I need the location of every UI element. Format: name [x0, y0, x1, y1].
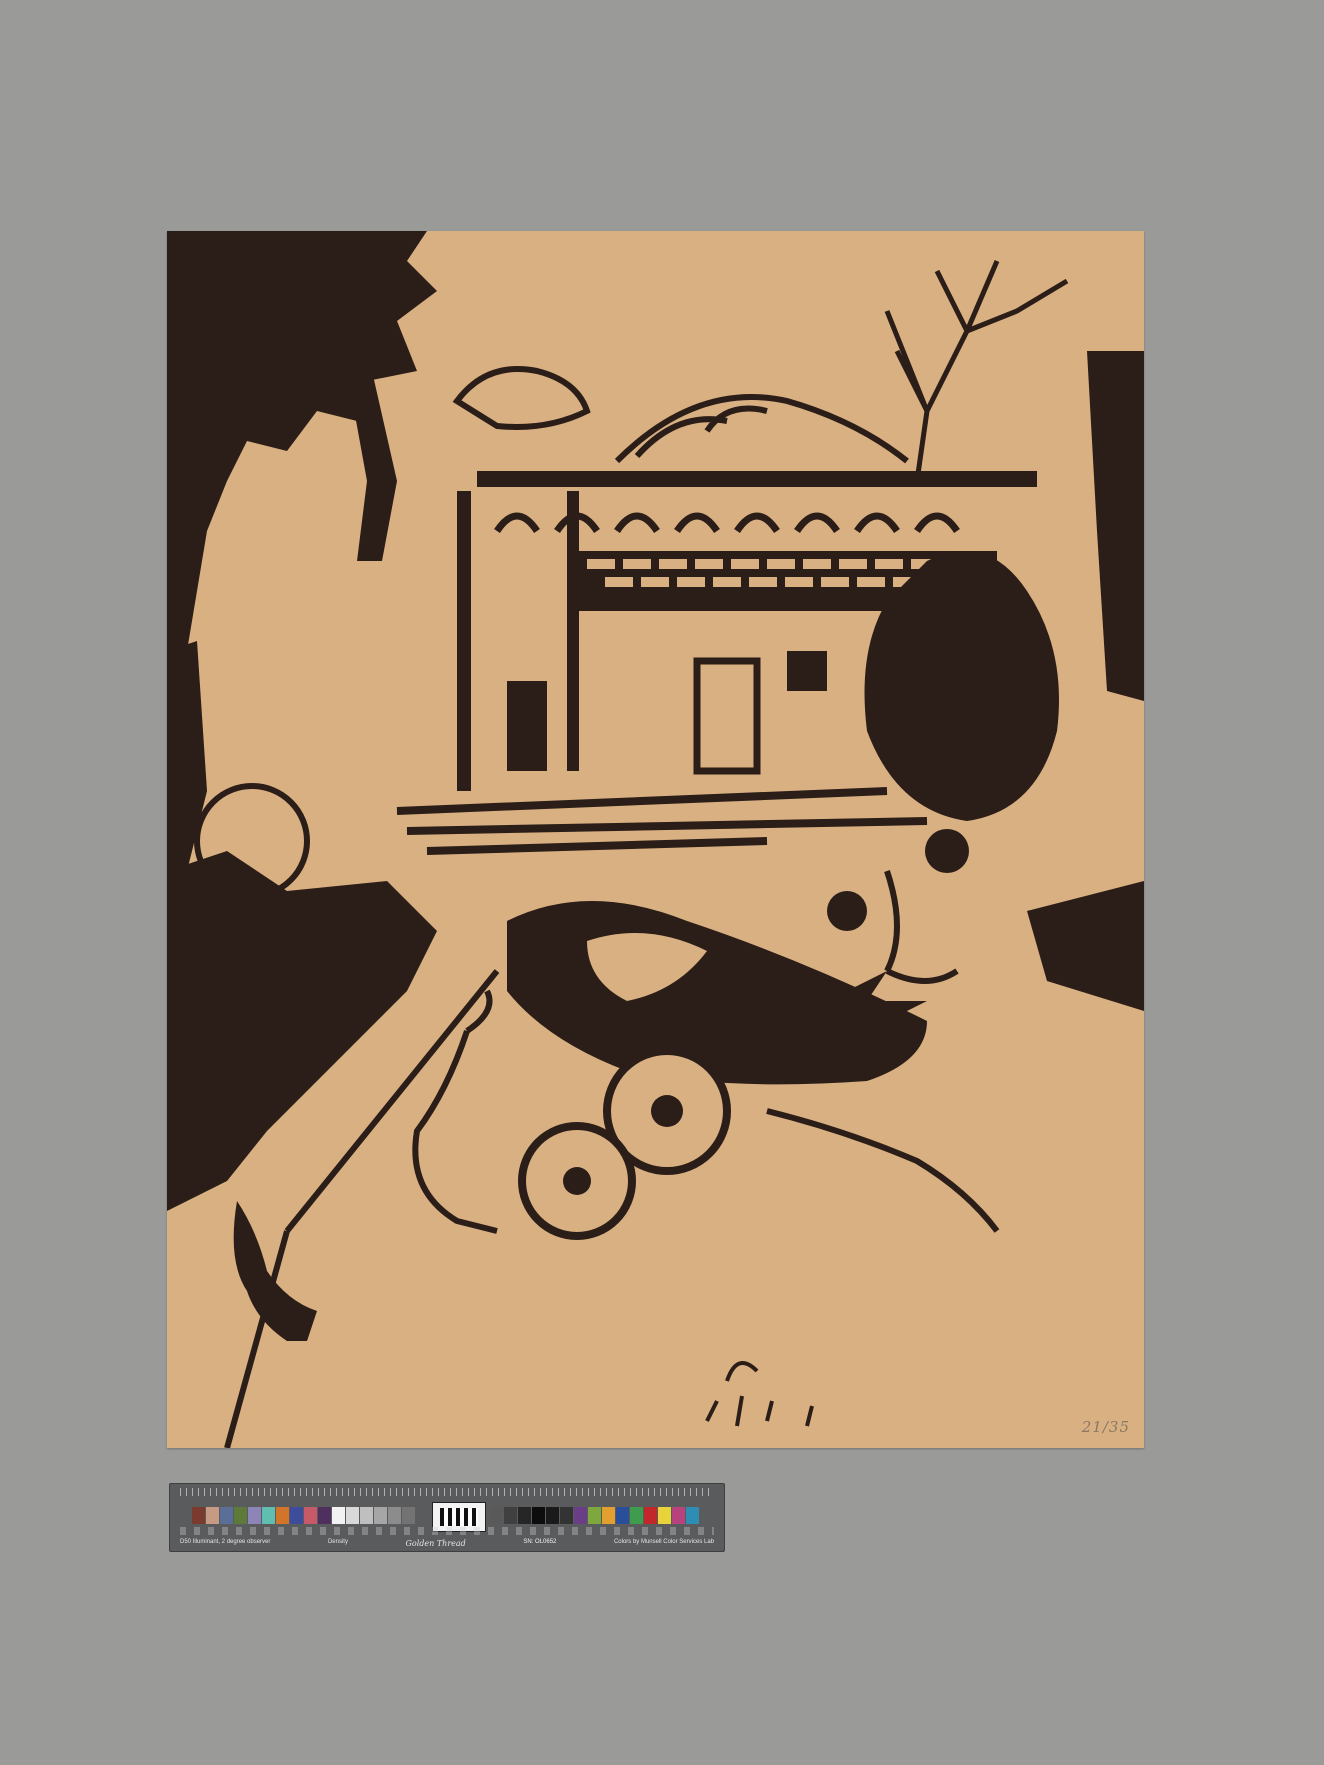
- color-patch: [332, 1507, 345, 1524]
- color-patch: [388, 1507, 401, 1524]
- color-patch: [234, 1507, 247, 1524]
- pillar-1: [457, 491, 471, 791]
- color-patch: [248, 1507, 261, 1524]
- bowling-woman: [884, 870, 959, 984]
- color-patch: [346, 1507, 359, 1524]
- color-patch: [588, 1507, 601, 1524]
- color-patch: [374, 1507, 387, 1524]
- color-patch: [630, 1507, 643, 1524]
- window: [787, 651, 827, 691]
- color-patch: [276, 1507, 289, 1524]
- bowling-ball-2: [925, 829, 969, 873]
- target-captions: D50 Illuminant, 2 degree observer Densit…: [180, 1539, 714, 1548]
- crouching-woman: [412, 989, 498, 1234]
- bowling-ball: [827, 891, 867, 931]
- color-patch: [686, 1507, 699, 1524]
- left-foliage: [167, 231, 437, 661]
- illuminant-caption: D50 Illuminant, 2 degree observer: [180, 1539, 271, 1545]
- right-tree: [884, 260, 1069, 482]
- color-patch: [560, 1507, 573, 1524]
- munsell-caption: Colors by Munsell Color Services Lab: [613, 1539, 714, 1545]
- dome-roof: [614, 394, 909, 464]
- color-patch: [262, 1507, 275, 1524]
- density-caption: Density: [327, 1539, 348, 1545]
- linocut-print: 21/35: [167, 231, 1144, 1448]
- ruler-ticks: [180, 1488, 714, 1496]
- right-wall: [1087, 351, 1144, 701]
- print-illustration: [167, 231, 1144, 1448]
- color-patch: [616, 1507, 629, 1524]
- color-patch: [490, 1507, 503, 1524]
- color-patch: [504, 1507, 517, 1524]
- bottom-grass: [705, 1361, 814, 1427]
- color-patch: [206, 1507, 219, 1524]
- right-rocks: [1027, 881, 1144, 1011]
- doorway-right: [693, 657, 761, 775]
- colonnade-arches: [494, 512, 960, 534]
- color-patches-left: [192, 1507, 416, 1524]
- brand-caption: Golden Thread: [405, 1539, 466, 1548]
- pillar-2: [567, 491, 579, 771]
- color-patch: [192, 1507, 205, 1524]
- color-patch: [574, 1507, 587, 1524]
- color-patch: [672, 1507, 685, 1524]
- color-patch: [360, 1507, 373, 1524]
- color-patch: [658, 1507, 671, 1524]
- rock-terrain: [167, 851, 437, 1211]
- color-patch: [518, 1507, 531, 1524]
- color-patch: [318, 1507, 331, 1524]
- color-patch: [546, 1507, 559, 1524]
- color-patch: [220, 1507, 233, 1524]
- small-dome: [452, 366, 591, 430]
- color-patches-right: [490, 1507, 700, 1524]
- serial-caption: SN: OL0652: [523, 1539, 557, 1545]
- color-calibration-target: D50 Illuminant, 2 degree observer Densit…: [169, 1483, 725, 1552]
- left-wall: [167, 641, 207, 881]
- color-patch: [644, 1507, 657, 1524]
- color-patch: [602, 1507, 615, 1524]
- color-patch: [532, 1507, 545, 1524]
- building-roofline: [477, 471, 1037, 487]
- car-wheel-rear-hub: [563, 1167, 591, 1195]
- density-values: [180, 1527, 714, 1535]
- color-patch: [304, 1507, 317, 1524]
- color-patch: [290, 1507, 303, 1524]
- car-wheel-front-hub: [651, 1095, 683, 1127]
- terrace-steps: [396, 787, 928, 855]
- color-patch: [402, 1507, 415, 1524]
- doorway-left: [507, 681, 547, 771]
- lying-woman: [766, 1108, 1000, 1233]
- edition-number: 21/35: [1081, 1418, 1130, 1436]
